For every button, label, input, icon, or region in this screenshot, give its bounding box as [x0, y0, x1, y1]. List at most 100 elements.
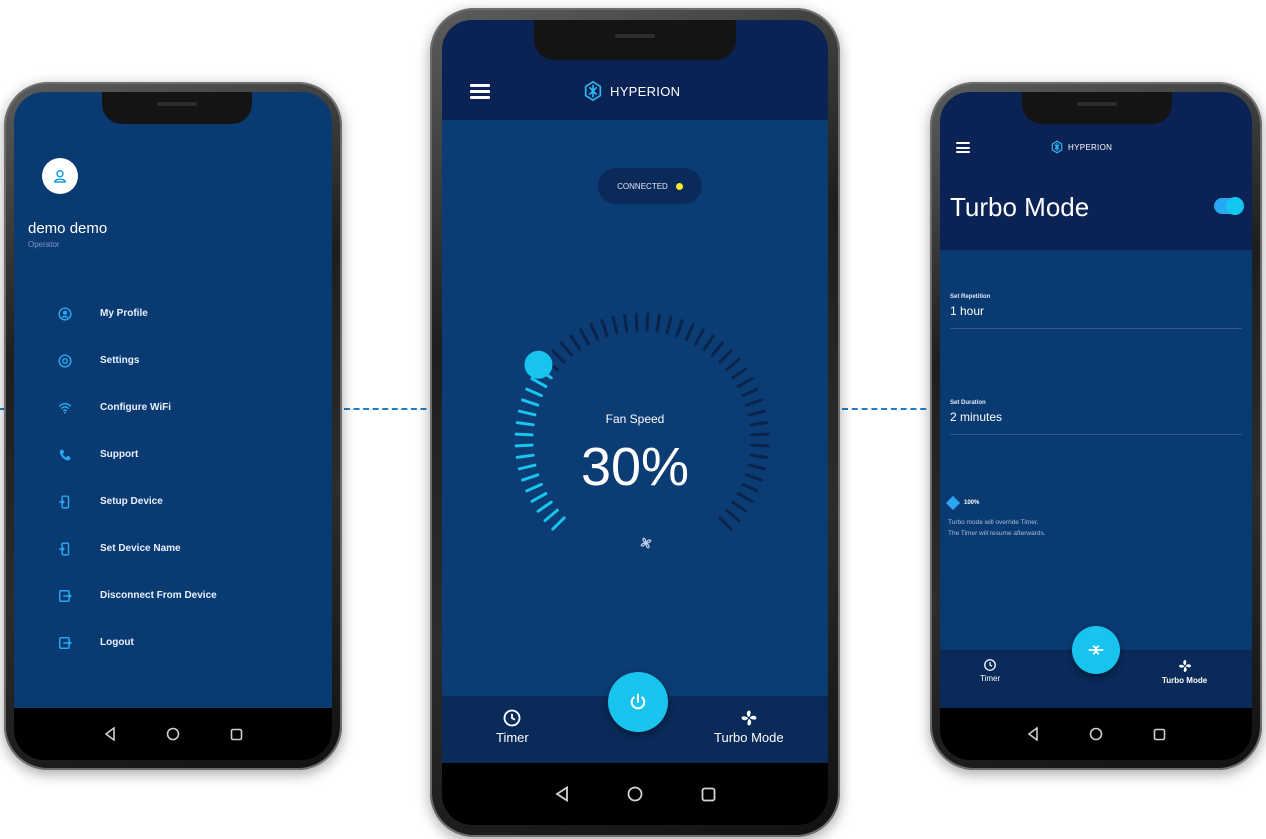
back-icon[interactable] — [1027, 727, 1039, 741]
dial-tick — [725, 508, 741, 522]
dial-tick — [731, 367, 748, 380]
dial-tick — [731, 500, 748, 513]
repetition-label: Set Repetition — [950, 294, 991, 300]
dial-tick-active — [525, 387, 543, 398]
phone-icon — [58, 448, 72, 462]
duration-value: 2 minutes — [950, 410, 1003, 424]
turbo-mode-tab[interactable]: Turbo Mode — [714, 708, 784, 745]
user-role: Operator — [28, 240, 60, 249]
timer-tab-label: Timer — [980, 674, 1001, 683]
dial-handle[interactable] — [524, 350, 553, 379]
menu-screen: demo demo Operator My Profile Settings C… — [14, 92, 332, 760]
dial-tick — [702, 334, 715, 351]
brand-name: HYPERION — [610, 83, 681, 99]
turbo-note-line-2: The Timer will resume afterwards. — [948, 530, 1046, 537]
dial-tick — [741, 387, 759, 398]
menu-item-set-device-name[interactable]: Set Device Name — [14, 525, 332, 572]
page-title: Turbo Mode — [950, 192, 1090, 222]
connection-status: CONNECTED — [598, 168, 702, 204]
dial-tick — [551, 349, 566, 364]
dial-tick — [710, 341, 724, 357]
menu-item-setup-device[interactable]: Setup Device — [14, 478, 332, 525]
phone-fan-speed: HYPERION CONNECTED Fan Speed 30% Timer T… — [430, 8, 840, 837]
home-icon[interactable] — [166, 727, 180, 741]
turbo-note: Turbo mode will override Timer. The Time… — [948, 517, 1046, 539]
back-icon[interactable] — [554, 786, 569, 802]
turbo-level-slider[interactable]: 100% — [945, 495, 980, 511]
home-icon[interactable] — [1089, 727, 1103, 741]
toggle-knob — [1226, 197, 1244, 215]
home-icon[interactable] — [627, 786, 643, 802]
menu-item-settings[interactable]: Settings — [14, 337, 332, 384]
android-nav-bar — [940, 708, 1252, 760]
brand-logo: HYPERION — [1050, 140, 1112, 154]
dial-tick — [750, 432, 770, 437]
menu-item-label: Support — [100, 449, 139, 460]
menu-item-configure-wifi[interactable]: Configure WiFi — [14, 384, 332, 431]
dial-tick — [718, 516, 733, 531]
recent-apps-icon[interactable] — [1153, 728, 1166, 741]
duration-field[interactable]: Set Duration 2 minutes — [950, 400, 1242, 435]
menu-item-my-profile[interactable]: My Profile — [14, 290, 332, 337]
dial-tick — [645, 312, 650, 332]
turbo-screen: HYPERION Turbo Mode Set Repetition 1 hou… — [940, 92, 1252, 760]
clock-icon — [503, 709, 521, 727]
back-icon[interactable] — [104, 727, 116, 741]
dial-tick — [725, 358, 741, 372]
repetition-field[interactable]: Set Repetition 1 hour — [950, 294, 1242, 329]
power-icon — [630, 693, 646, 710]
dial-tick — [744, 398, 763, 407]
dial-tick — [684, 323, 695, 341]
menu-item-label: Set Device Name — [100, 543, 181, 554]
dial-tick — [718, 349, 733, 364]
drawer-menu: My Profile Settings Configure WiFi Suppo… — [14, 290, 332, 666]
avatar[interactable] — [42, 158, 78, 194]
turbo-fan-icon — [741, 710, 757, 726]
menu-icon[interactable] — [470, 84, 490, 99]
timer-tab[interactable]: Timer — [980, 658, 1000, 683]
device-icon — [58, 494, 72, 509]
menu-item-logout[interactable]: Logout — [14, 619, 332, 666]
dial-tick — [611, 315, 619, 335]
turbo-fab-button[interactable] — [1072, 626, 1120, 674]
turbo-mode-tab[interactable]: Turbo Mode — [1162, 658, 1207, 685]
profile-icon — [58, 306, 72, 321]
android-nav-bar — [14, 708, 332, 760]
dial-tick-active — [521, 398, 540, 407]
dial-tick-active — [536, 500, 553, 513]
menu-item-label: My Profile — [100, 308, 148, 319]
dial-tick — [736, 377, 754, 388]
turbo-icon — [1088, 645, 1104, 655]
menu-item-disconnect[interactable]: Disconnect From Device — [14, 572, 332, 619]
repetition-value: 1 hour — [950, 304, 985, 318]
timer-tab[interactable]: Timer — [496, 708, 529, 745]
brand-logo: HYPERION — [582, 80, 680, 102]
menu-item-label: Setup Device — [100, 496, 163, 507]
phone-turbo-mode: HYPERION Turbo Mode Set Repetition 1 hou… — [930, 82, 1262, 770]
brand-name: HYPERION — [1068, 142, 1113, 152]
menu-item-support[interactable]: Support — [14, 431, 332, 478]
phone-notch — [1022, 92, 1172, 124]
phone-notch — [534, 20, 736, 60]
turbo-mode-toggle[interactable] — [1214, 197, 1244, 215]
dial-tick — [634, 312, 639, 332]
dial-tick-active — [530, 377, 548, 388]
slider-handle[interactable] — [945, 495, 961, 511]
dial-tick — [675, 319, 684, 338]
duration-label: Set Duration — [950, 400, 986, 406]
connection-status-text: CONNECTED — [617, 181, 668, 191]
clock-icon — [984, 659, 996, 671]
fan-speed-label: Fan Speed — [605, 412, 665, 426]
recent-apps-icon[interactable] — [701, 787, 716, 802]
turbo-note-line-1: Turbo mode will override Timer. — [948, 519, 1039, 526]
menu-icon[interactable] — [956, 142, 970, 153]
gear-icon — [58, 353, 72, 368]
turbo-level-value: 100% — [964, 500, 980, 506]
power-button[interactable] — [608, 672, 668, 732]
dial-tick — [665, 315, 673, 335]
dial-tick — [569, 334, 582, 351]
android-nav-bar — [442, 763, 828, 825]
fan-screen: HYPERION CONNECTED Fan Speed 30% Timer T… — [442, 20, 828, 825]
dial-tick — [694, 328, 705, 346]
recent-apps-icon[interactable] — [230, 728, 243, 741]
